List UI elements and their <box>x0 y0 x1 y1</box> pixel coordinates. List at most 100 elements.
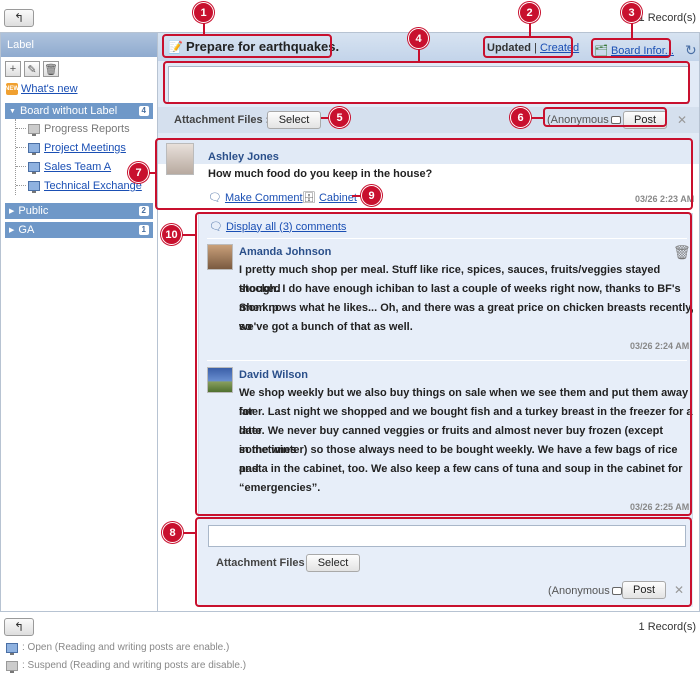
sidebar-group-ga[interactable]: ▶ GA 1 <box>5 222 153 238</box>
footer: ↰ 1 Record(s) : Open (Reading and writin… <box>0 612 700 674</box>
avatar <box>207 244 233 270</box>
sort-created-link[interactable]: Created <box>540 42 579 54</box>
back-arrow-icon: ↰ <box>13 11 25 25</box>
sidebar-header: Label <box>1 33 157 57</box>
open-board-icon <box>6 642 18 655</box>
legend-suspend-text: : Suspend (Reading and writing posts are… <box>22 660 247 671</box>
avatar <box>166 143 194 175</box>
marker-line <box>180 234 196 236</box>
callout-marker-5: 5 <box>329 107 350 128</box>
back-button[interactable]: ↰ <box>4 618 34 636</box>
memo-icon: 📝 <box>168 39 183 54</box>
whats-new-link[interactable]: NEW What's new <box>1 81 157 97</box>
make-comment-label[interactable]: Make Comment <box>225 192 303 204</box>
edit-icon[interactable]: ✎ <box>24 61 40 77</box>
board-item-label[interactable]: Project Meetings <box>44 142 126 154</box>
callout-marker-2: 2 <box>519 2 540 23</box>
callout-marker-10: 10 <box>161 224 182 245</box>
board-item-progress-reports[interactable]: Progress Reports <box>16 119 157 138</box>
board-info-link[interactable]: 🗂 Board Infor... ↻ <box>594 42 697 59</box>
anonymous-checkbox[interactable] <box>610 116 621 124</box>
marker-line <box>203 22 205 36</box>
marker-line <box>631 22 633 38</box>
delete-icon[interactable]: 🗑 <box>43 61 59 77</box>
callout-marker-7: 7 <box>128 162 149 183</box>
legend-open-text: : Open (Reading and writing posts are en… <box>22 642 230 653</box>
attachment-row: Attachment Files : Select (Anonymous ) P… <box>158 107 699 133</box>
sort-separator: | <box>534 42 537 54</box>
anonymous-label: (Anonymous <box>547 114 609 126</box>
suspended-board-icon <box>6 660 18 673</box>
refresh-icon[interactable]: ↻ <box>685 42 697 59</box>
page-title-text: Prepare for earthquakes. <box>185 39 340 54</box>
select-file-button[interactable]: Select <box>306 554 360 572</box>
post-author[interactable]: Ashley Jones <box>208 151 279 163</box>
post-body: How much food do you keep in the house? <box>208 168 433 180</box>
comment-author[interactable]: David Wilson <box>239 369 308 381</box>
post-timestamp: 03/26 2:23 AM <box>635 194 695 204</box>
comment-line: “emergencies”. <box>239 482 321 494</box>
post-textarea[interactable] <box>168 66 689 104</box>
board-list: Progress Reports Project Meetings Sales … <box>15 119 157 195</box>
close-icon[interactable]: ✕ <box>674 583 684 597</box>
marker-line <box>530 117 544 119</box>
make-comment-link[interactable]: 🗨 Make Comment <box>208 191 303 205</box>
open-board-icon <box>28 143 40 155</box>
display-all-comments-link[interactable]: 🗨 Display all (3) comments <box>209 220 346 234</box>
sidebar-tools: + ✎ 🗑 <box>1 57 157 81</box>
comment-item: Amanda Johnson I pretty much shop per me… <box>199 238 694 358</box>
back-arrow-icon: ↰ <box>13 620 25 634</box>
avatar <box>207 367 233 393</box>
expand-right-icon: ▶ <box>9 227 15 234</box>
anonymous-checkbox[interactable] <box>611 587 622 595</box>
comment-line: pasta in the cabinet, too. We also keep … <box>239 463 683 475</box>
expand-down-icon: ▼ <box>9 107 16 115</box>
callout-marker-8: 8 <box>162 522 183 543</box>
reply-textarea[interactable] <box>208 525 686 547</box>
board-frame: Label + ✎ 🗑 NEW What's new ▼ Board witho… <box>0 32 700 612</box>
open-board-icon <box>28 162 40 174</box>
marker-line <box>529 22 531 36</box>
trash-icon[interactable]: 🗑 <box>673 244 691 261</box>
group-label: Board without Label <box>19 105 118 117</box>
board-info-icon: 🗂 <box>594 45 608 57</box>
board-item-label[interactable]: Technical Exchange <box>44 180 142 192</box>
anonymous-option: (Anonymous ) <box>548 585 627 597</box>
board-item-label[interactable]: Sales Team A <box>44 161 111 173</box>
group-label: Public <box>18 205 49 217</box>
comment-item: David Wilson We shop weekly but we also … <box>199 361 694 516</box>
attachment-label: Attachment Files : <box>174 114 270 126</box>
sidebar: Label + ✎ 🗑 NEW What's new ▼ Board witho… <box>1 33 158 611</box>
add-icon[interactable]: + <box>5 61 21 77</box>
new-icon: NEW <box>5 83 19 95</box>
board-item-label: Progress Reports <box>44 123 130 135</box>
sidebar-group-board-without-label[interactable]: ▼ Board without Label 4 <box>5 103 153 119</box>
cabinet-label[interactable]: Cabinet <box>319 192 357 204</box>
comment-author[interactable]: Amanda Johnson <box>239 246 331 258</box>
group-count-badge: 2 <box>138 206 149 216</box>
select-file-button[interactable]: Select <box>267 111 321 129</box>
display-all-label[interactable]: Display all (3) comments <box>226 221 346 233</box>
record-count: 1 Record(s) <box>638 621 696 633</box>
close-icon[interactable]: ✕ <box>677 113 687 127</box>
group-label: GA <box>18 224 35 236</box>
board-item-project-meetings[interactable]: Project Meetings <box>16 138 157 157</box>
post-button[interactable]: Post <box>622 581 666 599</box>
callout-marker-9: 9 <box>361 185 382 206</box>
expand-right-icon: ▶ <box>9 208 15 215</box>
back-button[interactable]: ↰ <box>4 9 34 27</box>
comment-icon: 🗨 <box>208 192 222 204</box>
marker-line <box>182 532 196 534</box>
post-button[interactable]: Post <box>623 111 667 129</box>
comment-timestamp: 03/26 2:25 AM <box>630 502 690 512</box>
sort-toggle: Updated | Created <box>487 42 579 54</box>
board-info-label[interactable]: Board Infor... <box>611 45 674 57</box>
cabinet-link[interactable]: 🗄 Cabinet <box>302 191 357 205</box>
whats-new-label[interactable]: What's new <box>21 83 78 95</box>
sort-updated[interactable]: Updated <box>487 42 531 54</box>
anonymous-option: (Anonymous ) <box>547 114 626 126</box>
record-count: 1 Record(s) <box>638 12 696 24</box>
comment-line: we've got a bunch of that as well. <box>239 321 413 333</box>
sidebar-group-public[interactable]: ▶ Public 2 <box>5 203 153 219</box>
callout-marker-4: 4 <box>408 28 429 49</box>
